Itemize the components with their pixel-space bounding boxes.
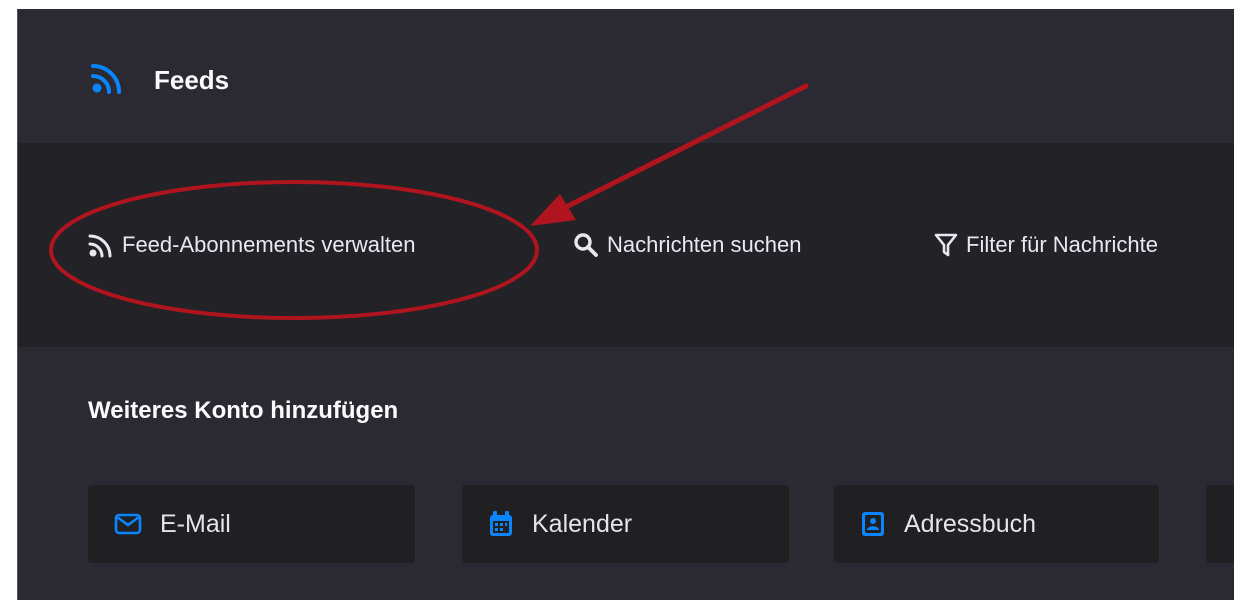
add-email-tile[interactable]: E-Mail xyxy=(88,485,415,563)
page-title: Feeds xyxy=(154,65,230,95)
message-filters-button[interactable]: Filter für Nachrichte xyxy=(934,229,1158,261)
search-messages-button[interactable]: Nachrichten suchen xyxy=(573,229,801,261)
manage-subscriptions-label: Feed-Abonnements verwalten xyxy=(122,232,416,257)
message-filters-label: Filter für Nachrichte xyxy=(966,232,1158,257)
page-header: Feeds xyxy=(18,9,1234,143)
feeds-page: Feeds Feed-Abonnements verwalten Nachric… xyxy=(18,9,1234,600)
search-messages-label: Nachrichten suchen xyxy=(607,232,802,257)
add-account-heading: Weiteres Konto hinzufügen xyxy=(88,397,399,424)
add-more-tile[interactable] xyxy=(1206,485,1234,563)
filter-icon xyxy=(934,233,958,257)
add-calendar-label: Kalender xyxy=(532,509,633,538)
partial-icon xyxy=(1232,510,1234,538)
calendar-icon xyxy=(490,511,512,536)
add-email-label: E-Mail xyxy=(160,509,231,538)
add-calendar-tile[interactable]: Kalender xyxy=(462,485,789,563)
add-addressbook-label: Adressbuch xyxy=(904,509,1037,538)
feed-toolbar: Feed-Abonnements verwalten Nachrichten s… xyxy=(18,143,1234,347)
address-book-icon xyxy=(862,512,884,536)
mail-icon xyxy=(114,513,142,535)
rss-icon xyxy=(88,234,112,258)
manage-subscriptions-button[interactable]: Feed-Abonnements verwalten xyxy=(88,229,416,261)
rss-icon xyxy=(91,64,121,94)
search-icon xyxy=(574,233,598,257)
add-addressbook-tile[interactable]: Adressbuch xyxy=(834,485,1159,563)
